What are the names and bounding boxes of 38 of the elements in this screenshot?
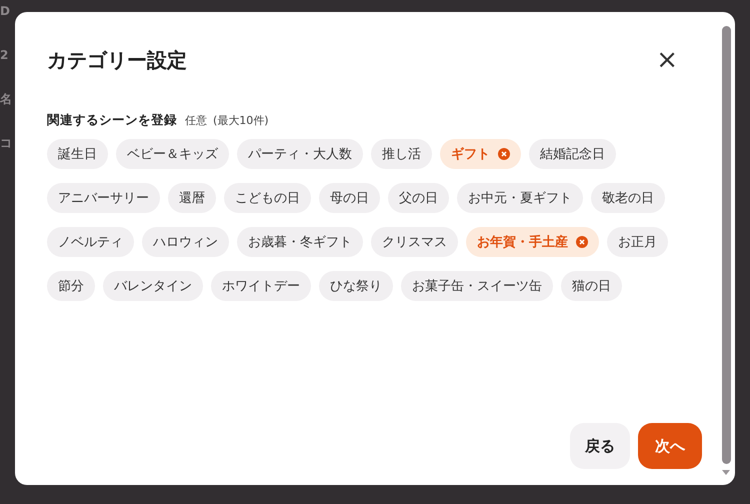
background-text: コ — [0, 136, 13, 150]
scrollbar[interactable] — [720, 26, 732, 475]
scene-chip[interactable]: バレンタイン — [103, 271, 203, 301]
dialog-title: カテゴリー設定 — [47, 46, 187, 74]
background-text: 名 — [0, 92, 13, 106]
limit-note: (最大10件) — [213, 113, 269, 128]
scene-chip[interactable]: 節分 — [47, 271, 95, 301]
next-button[interactable]: 次へ — [638, 423, 702, 469]
background-text: 2 — [0, 48, 10, 62]
remove-icon — [498, 148, 510, 160]
scene-chip[interactable]: ひな祭り — [319, 271, 393, 301]
scene-chip[interactable]: お歳暮・冬ギフト — [237, 227, 363, 257]
scene-chip[interactable]: 還暦 — [168, 183, 216, 213]
scene-chip[interactable]: 猫の日 — [561, 271, 622, 301]
scene-chip[interactable]: パーティ・大人数 — [237, 139, 363, 169]
scene-chip[interactable]: ベビー＆キッズ — [116, 139, 229, 169]
scene-chip[interactable]: お正月 — [607, 227, 668, 257]
scene-chip[interactable]: 敬老の日 — [591, 183, 665, 213]
scene-chip[interactable]: 誕生日 — [47, 139, 108, 169]
scene-chip[interactable]: こどもの日 — [224, 183, 311, 213]
scene-chip[interactable]: ノベルティ — [47, 227, 134, 257]
scroll-down-icon[interactable] — [722, 470, 730, 475]
close-button[interactable]: × — [656, 47, 678, 73]
scene-chip[interactable]: 母の日 — [319, 183, 380, 213]
scene-chip[interactable]: 推し活 — [371, 139, 432, 169]
scene-chip[interactable]: 結婚記念日 — [529, 139, 616, 169]
scene-chip[interactable]: お菓子缶・スイーツ缶 — [401, 271, 553, 301]
remove-icon — [576, 236, 588, 248]
back-button[interactable]: 戻る — [570, 423, 630, 469]
scene-chip[interactable]: クリスマス — [371, 227, 458, 257]
scene-chip[interactable]: お中元・夏ギフト — [457, 183, 583, 213]
scene-chip[interactable]: アニバーサリー — [47, 183, 160, 213]
scene-chip[interactable]: ホワイトデー — [211, 271, 311, 301]
section-label: 関連するシーンを登録 — [47, 112, 177, 129]
scene-chip[interactable]: 父の日 — [388, 183, 449, 213]
background-text: D — [0, 4, 11, 18]
optional-note: 任意 — [185, 113, 207, 128]
scene-chip[interactable]: ハロウィン — [142, 227, 229, 257]
